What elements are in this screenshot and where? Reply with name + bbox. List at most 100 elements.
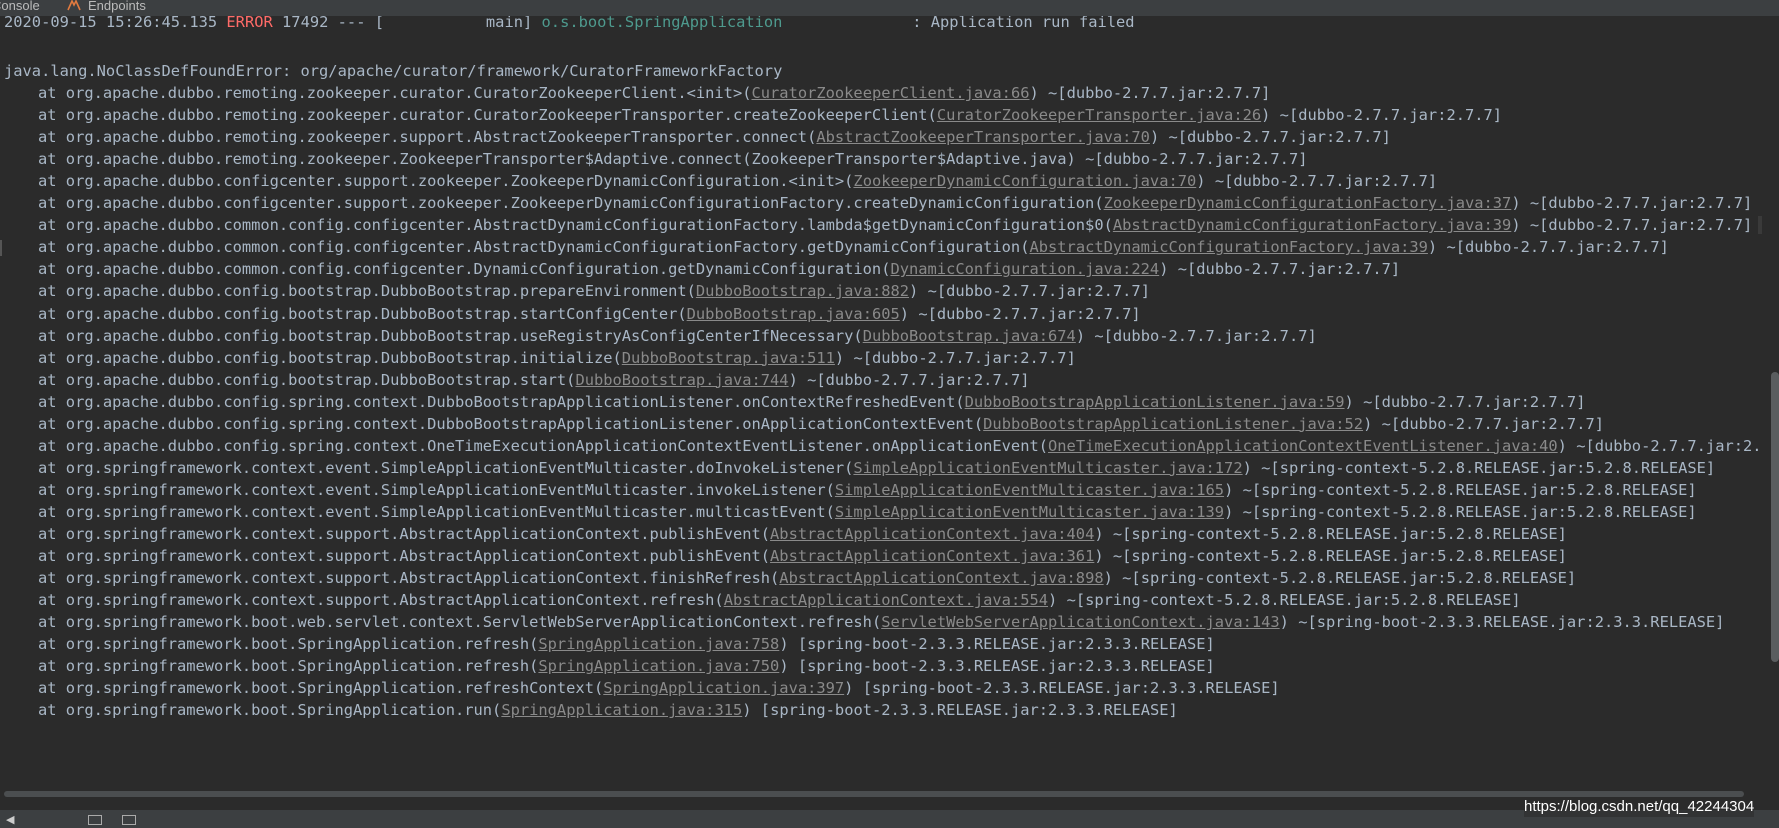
frame-jar: ~[dubbo-2.7.7.jar:2.7.7]: [1168, 260, 1401, 279]
tab-console[interactable]: Console: [0, 0, 40, 14]
frame-method: at org.springframework.context.support.A…: [38, 525, 761, 543]
frame-method: at org.apache.dubbo.remoting.zookeeper.c…: [38, 84, 743, 102]
frame-method: at org.springframework.context.support.A…: [38, 591, 715, 610]
frame-method: at org.apache.dubbo.config.bootstrap.Dub…: [38, 304, 678, 323]
frame-source-link[interactable]: DubboBootstrap.java:511: [622, 349, 835, 367]
frame-method: at org.springframework.context.event.Sim…: [38, 458, 845, 477]
frame-source-link[interactable]: DubboBootstrapApplicationListener.java:5…: [965, 393, 1345, 411]
frame-jar: ~[dubbo-2.7.7.jar:2.7.7]: [918, 282, 1150, 301]
scroll-left-icon[interactable]: ◀: [6, 813, 14, 826]
frame-jar: ~[dubbo-2.7.7.jar:2.7.7]: [1353, 392, 1586, 411]
frame-source-link[interactable]: SimpleApplicationEventMulticaster.java:1…: [835, 503, 1224, 521]
frame-jar: ~[dubbo-2.7.7.jar:2.7.7]: [909, 304, 1141, 323]
frame-jar: ~[dubbo-2.7.7.jar:2.7.7]: [1437, 238, 1669, 257]
frame-source-link[interactable]: DubboBootstrapApplicationListener.java:5…: [983, 415, 1363, 433]
frame-jar: ~[spring-context-5.2.8.RELEASE.jar:5.2.8…: [1233, 480, 1697, 499]
frame-source-link[interactable]: CuratorZookeeperClient.java:66: [752, 84, 1030, 102]
frame-method: at org.apache.dubbo.config.spring.contex…: [38, 414, 974, 433]
frame-method: at org.springframework.context.support.A…: [38, 569, 771, 588]
tool-window-tabbar: Console Endpoints: [0, 0, 1779, 16]
frame-source-link[interactable]: AbstractZookeeperTransporter.java:70: [816, 128, 1150, 146]
frame-method: at org.apache.dubbo.configcenter.support…: [38, 194, 1095, 213]
frame-method: at org.springframework.boot.SpringApplic…: [38, 635, 530, 654]
frame-jar: ~[dubbo-2.7.7.jar:2.7.7]: [1576, 436, 1762, 455]
frame-method: at org.apache.dubbo.config.spring.contex…: [38, 436, 1039, 455]
frame-method: at org.apache.dubbo.common.config.config…: [38, 260, 882, 279]
frame-jar: ~[dubbo-2.7.7.jar:2.7.7]: [1520, 194, 1753, 213]
frame-jar: [spring-boot-2.3.3.RELEASE.jar:2.3.3.REL…: [788, 635, 1215, 654]
frame-method: at org.apache.dubbo.config.spring.contex…: [38, 392, 956, 411]
frame-method: at org.springframework.boot.web.servlet.…: [38, 613, 872, 632]
frame-jar: ~[dubbo-2.7.7.jar:2.7.7]: [1075, 150, 1308, 169]
frame-method: at org.springframework.context.event.Sim…: [38, 502, 826, 521]
frame-method: at org.apache.dubbo.common.config.config…: [38, 238, 1021, 257]
frame-source-link[interactable]: DubboBootstrap.java:605: [687, 305, 900, 323]
tab-endpoints[interactable]: Endpoints: [66, 0, 146, 14]
frame-source-link[interactable]: DubboBootstrap.java:744: [575, 371, 788, 389]
frame-method: at org.springframework.boot.SpringApplic…: [38, 657, 530, 676]
frame-jar: ~[spring-context-5.2.8.RELEASE.jar:5.2.8…: [1233, 502, 1697, 521]
frame-jar: ~[spring-context-5.2.8.RELEASE.jar:5.2.8…: [1112, 569, 1577, 588]
endpoints-icon: [66, 0, 82, 11]
horizontal-scrollbar-thumb[interactable]: [4, 791, 1744, 797]
frame-jar: ~[spring-boot-2.3.3.RELEASE.jar:2.3.3.RE…: [1288, 613, 1725, 632]
frame-method: at org.apache.dubbo.configcenter.support…: [38, 172, 845, 191]
frame-jar: ~[spring-context-5.2.8.RELEASE.jar:5.2.8…: [1057, 591, 1521, 610]
frame-source-link[interactable]: SpringApplication.java:397: [603, 679, 844, 697]
frame-jar: ~[dubbo-2.7.7.jar:2.7.7]: [844, 348, 1076, 367]
frame-method: at org.springframework.context.support.A…: [38, 547, 761, 566]
frame-source-link[interactable]: CuratorZookeeperTransporter.java:26: [937, 106, 1261, 124]
frame-method: at org.springframework.boot.SpringApplic…: [38, 679, 594, 698]
frame-jar: [spring-boot-2.3.3.RELEASE.jar:2.3.3.REL…: [853, 679, 1280, 698]
stack-frame-line: at org.springframework.boot.SpringApplic…: [38, 701, 1178, 720]
console-output[interactable]: 2020-09-15 15:26:45.135 ERROR 17492 --- …: [0, 0, 1762, 810]
frame-source-link[interactable]: OneTimeExecutionApplicationContextEventL…: [1048, 437, 1558, 455]
frame-source-link[interactable]: DubboBootstrap.java:674: [863, 327, 1076, 345]
frame-method: at org.apache.dubbo.remoting.zookeeper.s…: [38, 128, 808, 147]
frame-source-link[interactable]: DubboBootstrap.java:882: [696, 282, 909, 300]
frame-source-link[interactable]: AbstractApplicationContext.java:361: [770, 547, 1094, 565]
frame-jar: ~[dubbo-2.7.7.jar:2.7.7]: [797, 370, 1030, 389]
frame-source-link[interactable]: AbstractApplicationContext.java:898: [779, 569, 1103, 587]
frame-jar: ~[dubbo-2.7.7.jar:2.7.7]: [1038, 84, 1271, 102]
frame-method: at org.apache.dubbo.remoting.zookeeper.c…: [38, 106, 928, 125]
frame-jar: ~[dubbo-2.7.7.jar:2.7.7]: [1520, 216, 1753, 235]
frame-jar: ~[spring-context-5.2.8.RELEASE.jar:5.2.8…: [1103, 547, 1567, 566]
bottom-toolbar: ◀: [0, 810, 1779, 828]
frame-source-link[interactable]: SpringApplication.java:750: [538, 657, 779, 675]
frame-jar: ~[spring-context-5.2.8.RELEASE.jar:5.2.8…: [1103, 525, 1567, 543]
frame-source-link[interactable]: AbstractApplicationContext.java:404: [770, 525, 1094, 543]
frame-source-link[interactable]: AbstractDynamicConfigurationFactory.java…: [1113, 216, 1511, 234]
tab-endpoints-label: Endpoints: [88, 0, 146, 13]
frame-jar: ~[dubbo-2.7.7.jar:2.7.7]: [1372, 414, 1604, 433]
frame-method: at org.apache.dubbo.config.bootstrap.Dub…: [38, 348, 613, 367]
frame-method: at org.apache.dubbo.config.bootstrap.Dub…: [38, 326, 854, 345]
frame-method: at org.apache.dubbo.config.bootstrap.Dub…: [38, 370, 567, 389]
frame-method: at org.springframework.boot.SpringApplic…: [38, 701, 493, 720]
frame-jar: ~[dubbo-2.7.7.jar:2.7.7]: [1085, 326, 1317, 345]
gutter-marker: [0, 240, 2, 256]
frame-source-link[interactable]: ZookeeperDynamicConfigurationFactory.jav…: [1104, 194, 1512, 212]
frame-jar: [spring-boot-2.3.3.RELEASE.jar:2.3.3.REL…: [788, 657, 1215, 676]
frame-source-link[interactable]: SpringApplication.java:315: [501, 701, 742, 719]
frame-method: at org.apache.dubbo.remoting.zookeeper.Z…: [38, 150, 743, 169]
frame-source-link[interactable]: AbstractDynamicConfigurationFactory.java…: [1029, 238, 1427, 256]
frame-jar: ~[dubbo-2.7.7.jar:2.7.7]: [1205, 172, 1438, 191]
panel-icon[interactable]: [122, 815, 136, 825]
frame-method: at org.springframework.context.event.Sim…: [38, 480, 826, 499]
frame-source: ZookeeperTransporter$Adaptive.java: [751, 150, 1067, 169]
frame-source-link[interactable]: ServletWebServerApplicationContext.java:…: [881, 613, 1279, 631]
frame-source-link[interactable]: DynamicConfiguration.java:224: [890, 260, 1159, 278]
frame-source-link[interactable]: SpringApplication.java:758: [538, 635, 779, 653]
frame-source-link[interactable]: ZookeeperDynamicConfiguration.java:70: [853, 172, 1196, 190]
vertical-scrollbar-thumb[interactable]: [1771, 372, 1779, 662]
frame-method: at org.apache.dubbo.config.bootstrap.Dub…: [38, 282, 687, 301]
frame-source-link[interactable]: SimpleApplicationEventMulticaster.java:1…: [835, 481, 1224, 499]
window-icon[interactable]: [88, 815, 102, 825]
frame-jar: ~[dubbo-2.7.7.jar:2.7.7]: [1270, 106, 1503, 125]
frame-source-link[interactable]: AbstractApplicationContext.java:554: [724, 591, 1048, 609]
frame-jar: ~[spring-context-5.2.8.RELEASE.jar:5.2.8…: [1251, 458, 1716, 477]
frame-jar: [spring-boot-2.3.3.RELEASE.jar:2.3.3.REL…: [751, 701, 1178, 720]
watermark-url: https://blog.csdn.net/qq_42244304: [1524, 797, 1755, 817]
frame-source-link[interactable]: SimpleApplicationEventMulticaster.java:1…: [853, 459, 1242, 477]
